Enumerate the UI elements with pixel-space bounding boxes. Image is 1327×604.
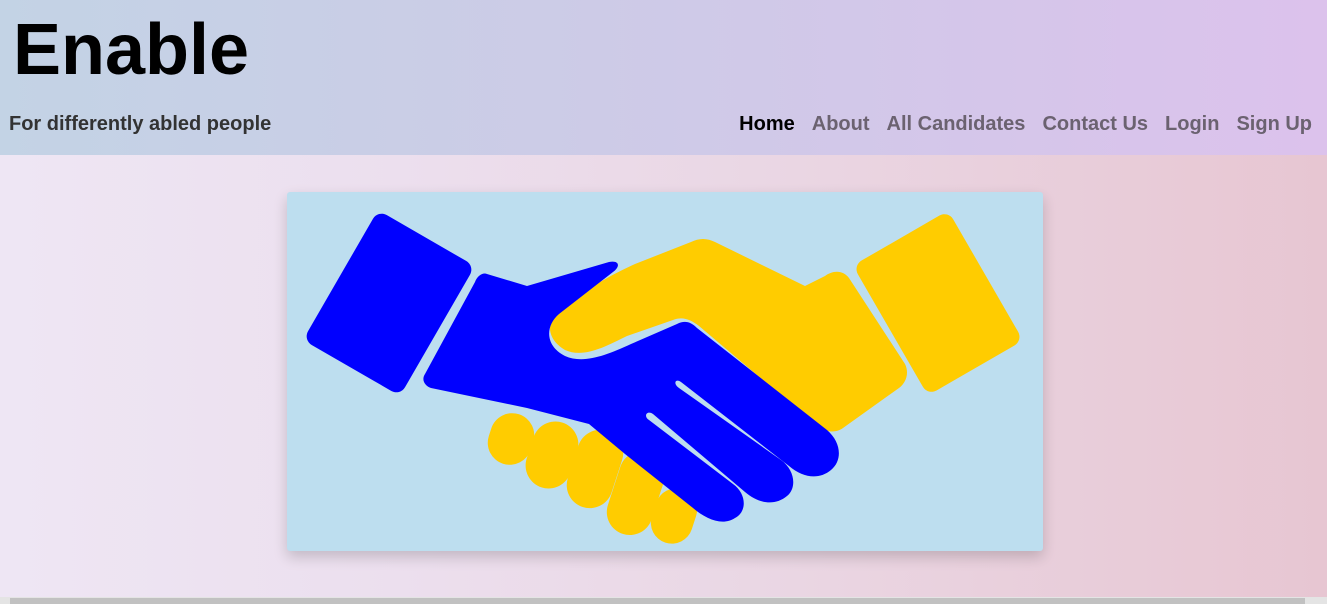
nav-home[interactable]: Home xyxy=(739,113,795,135)
handshake-icon xyxy=(306,213,1020,544)
nav-login[interactable]: Login xyxy=(1165,113,1219,135)
site-tagline: For differently abled people xyxy=(9,113,272,135)
nav-about[interactable]: About xyxy=(812,113,870,135)
site-title[interactable]: Enable xyxy=(13,6,249,94)
hero-image xyxy=(287,192,1043,551)
nav-sign-up[interactable]: Sign Up xyxy=(1236,113,1312,135)
nav-contact-us[interactable]: Contact Us xyxy=(1042,113,1148,135)
horizontal-scrollbar[interactable] xyxy=(0,597,1327,604)
nav-all-candidates[interactable]: All Candidates xyxy=(887,113,1026,135)
main-nav: Home About All Candidates Contact Us Log… xyxy=(722,113,1312,135)
scrollbar-thumb[interactable] xyxy=(10,598,1305,604)
site-header: Enable For differently abled people Home… xyxy=(0,0,1327,155)
